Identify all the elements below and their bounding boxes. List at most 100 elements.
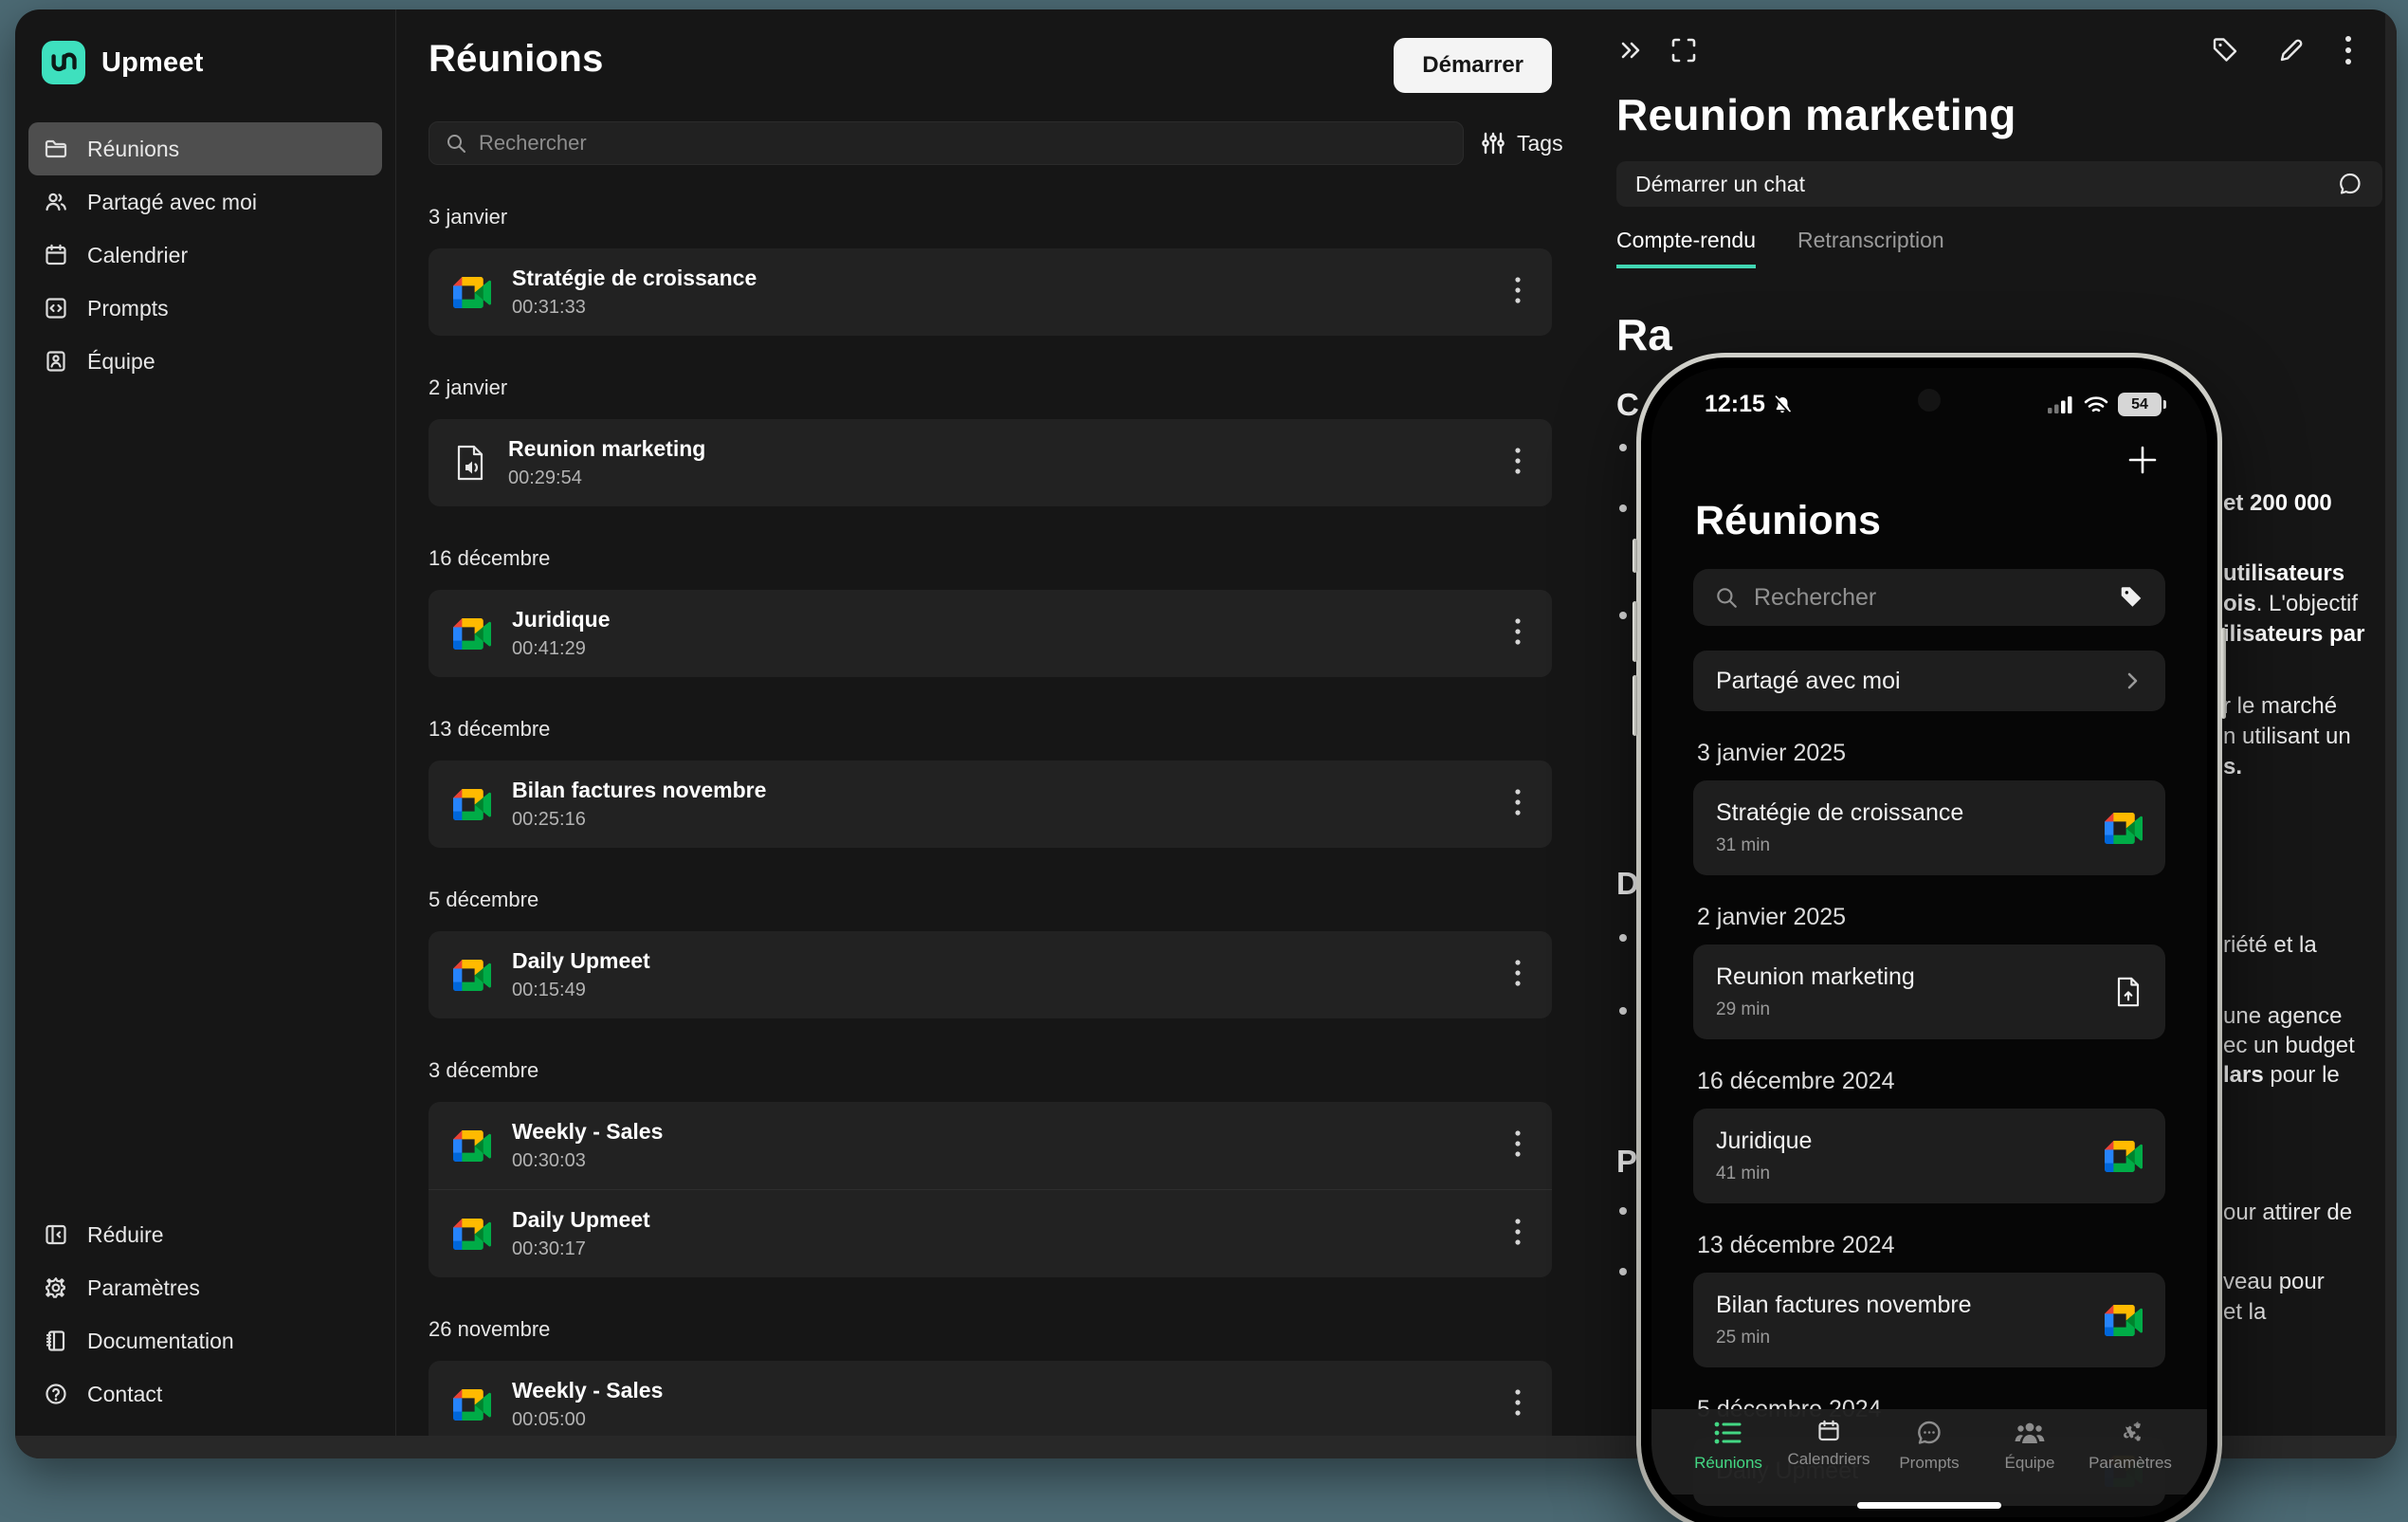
meet-icon	[453, 960, 491, 991]
sidebar-item-1[interactable]: Partagé avec moi	[28, 175, 382, 229]
report-heading-fragment: Ra	[1616, 309, 1672, 360]
sidebar-item-0[interactable]: Réunions	[28, 122, 382, 175]
sidebar-footer-item-1[interactable]: Paramètres	[28, 1261, 382, 1314]
phone-meeting-title: Reunion marketing	[1716, 963, 1915, 991]
phone-search-input[interactable]: Rechercher	[1693, 569, 2165, 626]
sidebar-item-3[interactable]: Prompts	[28, 282, 382, 335]
date-group-label: 3 décembre	[429, 1058, 1552, 1083]
tag-icon[interactable]	[2211, 36, 2239, 64]
phone-tab-label: Équipe	[2005, 1454, 2055, 1473]
app-logo: Upmeet	[28, 41, 382, 84]
row-menu-icon[interactable]	[1508, 270, 1527, 315]
meeting-row[interactable]: Juridique 00:41:29	[429, 590, 1552, 677]
collapse-panel-icon[interactable]	[1616, 36, 1645, 64]
tab-0[interactable]: Compte-rendu	[1616, 228, 1756, 268]
row-menu-icon[interactable]	[1508, 953, 1527, 998]
meeting-duration: 00:25:16	[512, 809, 1487, 831]
users-icon	[44, 190, 68, 214]
desktop: Upmeet Réunions Partagé avec moi Calendr…	[0, 0, 2408, 1522]
phone-volume-down-button	[1633, 675, 1637, 736]
phone-page-title: Réunions	[1651, 477, 2207, 544]
home-indicator[interactable]	[1857, 1502, 2001, 1509]
phone-clock: 12:15	[1705, 391, 1765, 418]
report-text-fragment: une agence	[2223, 1003, 2342, 1030]
gear-icon	[44, 1275, 68, 1300]
sidebar-footer-item-0[interactable]: Réduire	[28, 1208, 382, 1261]
sidebar-item-label: Documentation	[87, 1329, 234, 1354]
meet-icon	[2105, 813, 2143, 844]
row-menu-icon[interactable]	[1508, 441, 1527, 486]
cellular-signal-icon	[2048, 395, 2074, 414]
sidebar-footer-item-3[interactable]: Contact	[28, 1367, 382, 1421]
date-group-label: 3 janvier	[429, 205, 1552, 229]
fullscreen-icon[interactable]	[1669, 36, 1698, 64]
meeting-card: Daily Upmeet 00:15:49	[429, 931, 1552, 1018]
start-meeting-button[interactable]: Démarrer	[1394, 38, 1552, 93]
row-menu-icon[interactable]	[1508, 1212, 1527, 1256]
report-text-fragment: our attirer de	[2223, 1200, 2352, 1226]
row-menu-icon[interactable]	[1508, 782, 1527, 827]
tag-filled-icon[interactable]	[2118, 584, 2144, 611]
row-menu-icon[interactable]	[1508, 1124, 1527, 1168]
meeting-card: Weekly - Sales 00:30:03 Daily Upmeet 00:…	[429, 1102, 1552, 1277]
wifi-icon	[2084, 395, 2108, 414]
phone-tab-label: Paramètres	[2089, 1454, 2172, 1473]
sidebar-item-label: Partagé avec moi	[87, 190, 257, 215]
sidebar-item-2[interactable]: Calendrier	[28, 229, 382, 282]
phone-meeting-title: Juridique	[1716, 1128, 1812, 1155]
meetings-panel: Réunions Démarrer Rechercher	[396, 9, 1577, 1458]
report-text-fragment: lars pour le	[2223, 1062, 2340, 1089]
edit-pencil-icon[interactable]	[2277, 36, 2306, 64]
bullet-dot	[1619, 444, 1627, 451]
meeting-row[interactable]: Daily Upmeet 00:30:17	[429, 1189, 1552, 1277]
phone-tab-bar: Réunions Calendriers Prompts Équipe Para…	[1651, 1409, 2207, 1494]
phone-mockup: 12:15 54	[1636, 353, 2222, 1522]
meeting-row[interactable]: Daily Upmeet 00:15:49	[429, 931, 1552, 1018]
phone-date-label: 13 décembre 2024	[1697, 1232, 2207, 1259]
tags-filter-button[interactable]: Tags	[1481, 131, 1563, 156]
calendar-icon	[1816, 1419, 1841, 1443]
phone-shared-row[interactable]: Partagé avec moi	[1693, 651, 2165, 711]
date-group-label: 5 décembre	[429, 888, 1552, 912]
phone-tab-2[interactable]: Prompts	[1879, 1419, 1979, 1494]
phone-tab-1[interactable]: Calendriers	[1779, 1419, 1879, 1494]
add-meeting-icon[interactable]	[2125, 443, 2160, 477]
phone-tab-3[interactable]: Équipe	[1979, 1419, 2080, 1494]
meet-icon	[453, 277, 491, 308]
scrollbar-gutter[interactable]	[2385, 9, 2397, 1458]
date-group-label: 16 décembre	[429, 546, 1552, 571]
report-heading-fragment: C	[1616, 387, 1639, 423]
phone-tab-0[interactable]: Réunions	[1678, 1419, 1779, 1494]
meeting-title: Daily Upmeet	[512, 1207, 1487, 1233]
battery-icon: 54	[2118, 393, 2162, 416]
more-menu-icon[interactable]	[2344, 34, 2353, 66]
phone-meeting-duration: 31 min	[1716, 835, 1963, 856]
phone-meeting-card[interactable]: Stratégie de croissance 31 min	[1693, 780, 2165, 875]
phone-meeting-card[interactable]: Juridique 41 min	[1693, 1109, 2165, 1203]
meeting-row[interactable]: Stratégie de croissance 00:31:33	[429, 248, 1552, 336]
meeting-row[interactable]: Bilan factures novembre 00:25:16	[429, 761, 1552, 848]
sidebar-footer-item-2[interactable]: Documentation	[28, 1314, 382, 1367]
help-icon	[44, 1382, 68, 1406]
row-menu-icon[interactable]	[1508, 612, 1527, 656]
meet-icon	[453, 1219, 491, 1250]
meeting-row[interactable]: Weekly - Sales 00:30:03	[429, 1102, 1552, 1189]
phone-meeting-card[interactable]: Bilan factures novembre 25 min	[1693, 1273, 2165, 1367]
phone-tab-label: Réunions	[1694, 1454, 1762, 1473]
search-input[interactable]: Rechercher	[429, 121, 1464, 165]
sidebar-item-4[interactable]: Équipe	[28, 335, 382, 388]
bullet-dot	[1619, 1007, 1627, 1015]
people-icon	[2014, 1419, 2046, 1447]
meeting-row[interactable]: Reunion marketing 00:29:54	[429, 419, 1552, 506]
book-icon	[44, 1329, 68, 1353]
phone-tab-4[interactable]: Paramètres	[2080, 1419, 2180, 1494]
meeting-title: Juridique	[512, 607, 1487, 633]
phone-search-placeholder: Rechercher	[1754, 584, 1876, 612]
chat-input[interactable]: Démarrer un chat	[1616, 161, 2382, 207]
report-text-fragment: et 200 000	[2223, 490, 2332, 517]
bell-slash-icon	[1773, 395, 1792, 414]
phone-meeting-card[interactable]: Reunion marketing 29 min	[1693, 944, 2165, 1039]
chat-dots-icon	[1914, 1419, 1944, 1447]
row-menu-icon[interactable]	[1508, 1383, 1527, 1427]
tab-1[interactable]: Retranscription	[1797, 228, 1944, 268]
